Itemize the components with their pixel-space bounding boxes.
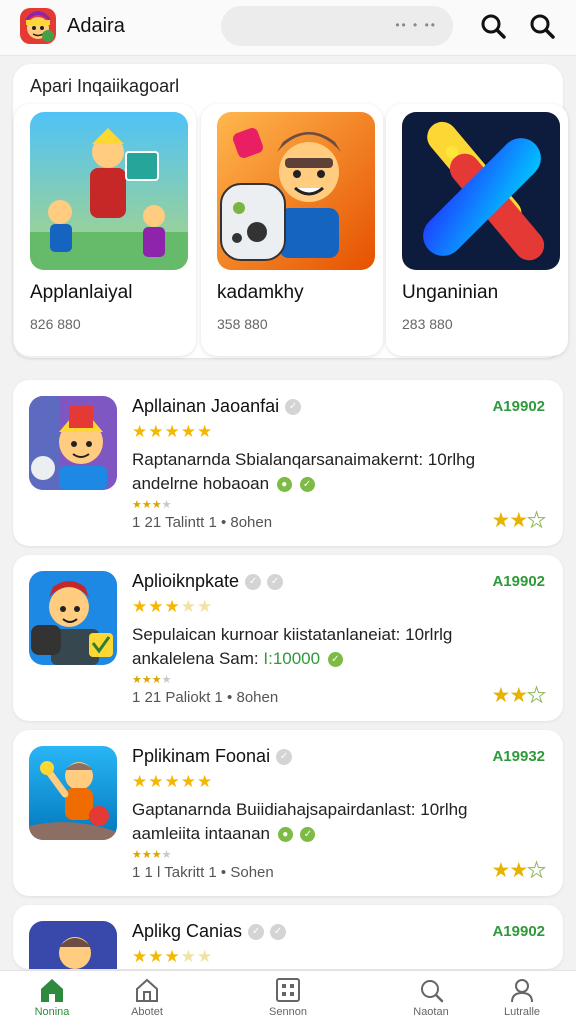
app-code: A19902 xyxy=(492,398,545,415)
rating-stars[interactable]: ★★★ xyxy=(492,858,547,883)
nav-grid[interactable]: Sennon xyxy=(248,977,328,1018)
nav-about[interactable]: Abotet xyxy=(107,977,187,1018)
star-rating: ★★★★★ xyxy=(132,772,214,791)
small-star-rating: ★★★★ xyxy=(132,849,172,861)
app-name: kadamkhy xyxy=(217,282,304,303)
app-code: A19932 xyxy=(492,748,545,765)
nav-label: Sennon xyxy=(269,1006,307,1018)
app-code: A19902 xyxy=(492,923,545,940)
app-stat: 826 880 xyxy=(30,316,81,332)
leaf-icon: ● xyxy=(277,827,293,843)
bottom-navigation: Nonina Abotet Sennon Naotan Lutralle xyxy=(0,970,576,1024)
verified-icon: ✓ xyxy=(248,923,265,940)
search-icon[interactable] xyxy=(479,12,507,40)
search-icon xyxy=(421,980,444,1003)
top-app-bar: Adaira •• • •• xyxy=(0,0,576,56)
description-line: Sepulaican kurnoar kiistatanlaneiat: 10r… xyxy=(132,625,453,644)
app-name: Unganinian xyxy=(402,282,499,303)
app-stat: 358 880 xyxy=(217,316,268,332)
verified-icon: ✓ xyxy=(276,748,293,765)
rating-stars[interactable]: ★★★ xyxy=(492,683,547,708)
nav-profile[interactable]: Lutralle xyxy=(482,977,562,1018)
app-icon xyxy=(29,396,117,490)
description-line: Raptanarnda Sbialanqarsanaimakernt: 10rl… xyxy=(132,450,476,469)
pill-dots: •• • •• xyxy=(395,18,437,32)
info-icon: ✓ xyxy=(270,923,287,940)
description-line: aamleiita intaanan xyxy=(132,824,270,843)
app-name: Applanlaiyal xyxy=(30,282,133,303)
small-star-rating: ★★★★ xyxy=(132,674,172,686)
app-thumbnail xyxy=(217,112,375,270)
app-logo[interactable] xyxy=(20,8,56,44)
check-icon: ✓ xyxy=(300,827,316,843)
home-icon xyxy=(41,979,63,1002)
description-highlight: I:10000 xyxy=(263,649,321,668)
app-thumbnail xyxy=(402,112,560,270)
featured-app-card[interactable]: Applanlaiyal 826 880 xyxy=(14,104,196,356)
verified-icon: ✓ xyxy=(245,573,262,590)
app-name: Aplioiknpkate xyxy=(132,571,240,591)
section-title: Apari Inqaiikagoarl xyxy=(30,76,180,96)
nav-label: Nonina xyxy=(34,1006,70,1018)
info-icon: ✓ xyxy=(267,573,284,590)
nav-home[interactable]: Nonina xyxy=(12,977,92,1018)
description-line: Gaptanarnda Buiidiahajsapairdanlast: 10r… xyxy=(132,800,468,819)
star-rating: ★★★★★ xyxy=(132,947,214,966)
nav-search[interactable]: Naotan xyxy=(391,977,471,1018)
house-outline-icon xyxy=(136,978,158,1002)
verified-icon: ✓ xyxy=(285,398,302,415)
app-icon xyxy=(29,571,117,665)
rating-stars[interactable]: ★★★ xyxy=(492,508,547,533)
list-item[interactable]: Aplioiknpkate ✓ ✓ A19902 ★★★★★ Sepulaica… xyxy=(13,555,563,721)
app-code: A19902 xyxy=(492,573,545,590)
description-line: andelrne hobaoan xyxy=(132,474,270,493)
nav-label: Abotet xyxy=(131,1006,163,1018)
app-name: Apllainan Jaoanfai xyxy=(132,396,280,416)
search-bar[interactable]: •• • •• xyxy=(221,6,453,46)
leaf-icon: ● xyxy=(276,477,292,493)
list-item[interactable]: Pplikinam Foonai ✓ A19932 ★★★★★ Gaptanar… xyxy=(13,730,563,896)
app-meta: 1 1 l Takritt 1 • Sohen xyxy=(132,864,274,881)
check-icon: ✓ xyxy=(327,652,343,668)
app-name: Aplikg Canias xyxy=(132,921,243,941)
description-line: ankalelena Sam: xyxy=(132,649,259,668)
app-description: Gaptanarnda Buiidiahajsapairdanlast: 10r… xyxy=(132,798,502,846)
search-icon[interactable] xyxy=(528,12,556,40)
featured-app-card[interactable]: Unganinian 283 880 xyxy=(386,104,568,356)
grid-icon xyxy=(276,978,300,1002)
app-description: Raptanarnda Sbialanqarsanaimakernt: 10rl… xyxy=(132,448,502,496)
star-rating: ★★★★★ xyxy=(132,422,214,441)
profile-icon xyxy=(511,979,533,1003)
app-meta: 1 21 Paliokt 1 • 8ohen xyxy=(132,689,279,706)
check-icon: ✓ xyxy=(299,477,315,493)
featured-app-card[interactable]: kadamkhy 358 880 xyxy=(201,104,383,356)
app-icon xyxy=(29,746,117,840)
nav-label: Naotan xyxy=(413,1006,449,1018)
app-name: Pplikinam Foonai xyxy=(132,746,271,766)
app-icon xyxy=(29,921,117,969)
app-meta: 1 21 Talintt 1 • 8ohen xyxy=(132,514,273,531)
star-rating: ★★★★★ xyxy=(132,597,214,616)
app-title: Adaira xyxy=(67,15,125,37)
list-item[interactable]: Aplikg Canias ✓ ✓ A19902 ★★★★★ xyxy=(13,905,563,969)
app-stat: 283 880 xyxy=(402,316,453,332)
app-description: Sepulaican kurnoar kiistatanlaneiat: 10r… xyxy=(132,623,502,671)
small-star-rating: ★★★★ xyxy=(132,499,172,511)
nav-label: Lutralle xyxy=(503,1006,541,1018)
list-item[interactable]: Apllainan Jaoanfai ✓ A19902 ★★★★★ Raptan… xyxy=(13,380,563,546)
app-thumbnail xyxy=(30,112,188,270)
